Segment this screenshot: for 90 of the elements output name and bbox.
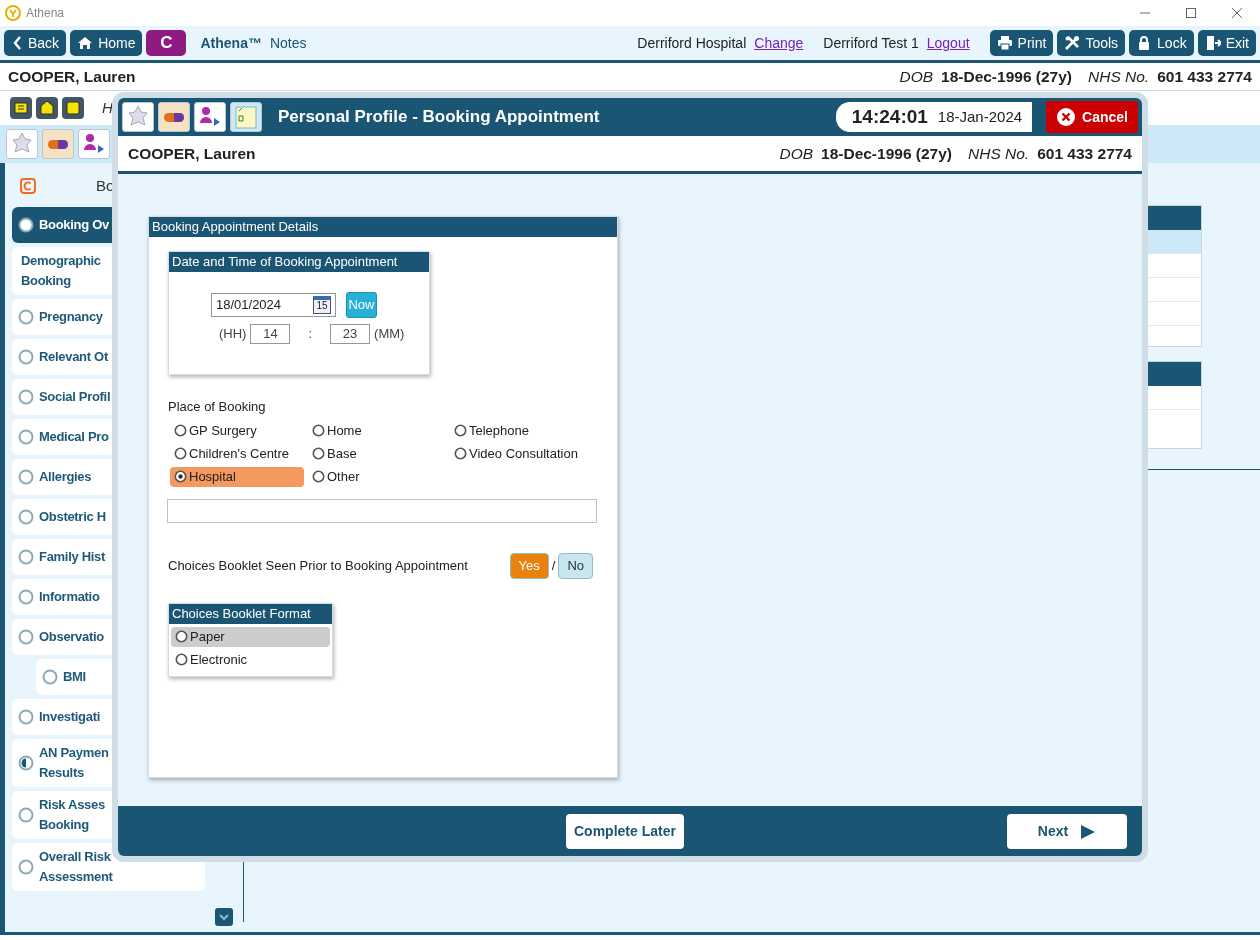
window-title: Athena <box>26 5 65 22</box>
status-circle-icon <box>18 429 34 445</box>
exit-icon <box>1204 35 1221 51</box>
clock-date: 18-Jan-2024 <box>937 106 1023 127</box>
radio-option[interactable]: Home <box>308 420 446 441</box>
time-separator: : <box>308 325 313 344</box>
status-circle-icon <box>18 349 34 365</box>
help-icon[interactable] <box>36 97 58 119</box>
app-brand: Athena™ <box>200 33 262 53</box>
radio-option[interactable]: Base <box>308 443 446 464</box>
calendar-icon[interactable]: 15 <box>313 296 331 314</box>
dob-value: 18-Dec-1996 (27y) <box>821 143 952 164</box>
play-icon <box>1080 823 1097 840</box>
radio-icon <box>312 447 325 460</box>
dob-value: 18-Dec-1996 (27y) <box>941 66 1072 87</box>
location-text: Derriford Hospital <box>637 33 747 53</box>
capsule-icon[interactable] <box>158 102 190 132</box>
dob-label: DOB <box>899 66 934 87</box>
date-field[interactable]: 18/01/2024 15 <box>211 293 336 317</box>
status-circle-icon <box>18 389 34 405</box>
radio-icon <box>312 424 325 437</box>
exit-button[interactable]: Exit <box>1197 30 1256 56</box>
patient-name: COOPER, Lauren <box>128 143 256 164</box>
tools-icon <box>1064 35 1081 51</box>
half-status-icon <box>18 755 34 771</box>
cancel-button[interactable]: Cancel <box>1046 101 1138 133</box>
help-icon[interactable] <box>62 97 84 119</box>
letter-button[interactable]: C <box>146 30 187 56</box>
logout-link[interactable]: Logout <box>926 32 970 54</box>
radio-icon <box>175 653 188 666</box>
card-title: Booking Appointment Details <box>149 217 617 237</box>
printer-icon <box>996 35 1013 51</box>
radio-option[interactable]: Hospital <box>170 466 304 487</box>
radio-option[interactable]: Telephone <box>450 420 617 441</box>
back-icon <box>11 35 23 51</box>
status-circle-icon <box>18 509 34 525</box>
dob-label: DOB <box>779 143 814 164</box>
c-icon <box>20 178 36 194</box>
minutes-label: (MM) <box>374 325 405 344</box>
status-circle-icon <box>18 807 34 823</box>
minutes-field[interactable]: 23 <box>330 324 371 344</box>
radio-icon <box>174 447 187 460</box>
tools-button[interactable]: Tools <box>1057 30 1126 56</box>
app-logo-icon <box>5 5 21 21</box>
status-circle-icon <box>42 669 58 685</box>
next-button[interactable]: Next <box>1007 814 1127 849</box>
hours-label: (HH) <box>219 325 247 344</box>
user-text: Derriford Test 1 <box>823 33 919 53</box>
clock-time: 14:24:01 <box>851 104 928 129</box>
radio-option[interactable]: Paper <box>171 626 330 647</box>
status-circle-icon <box>18 309 34 325</box>
radio-option[interactable]: Video Consultation <box>450 443 617 464</box>
nhs-value: 601 433 2774 <box>1157 66 1252 87</box>
patient-name: COOPER, Lauren <box>8 66 136 87</box>
home-icon <box>77 35 94 51</box>
status-circle-icon <box>18 549 34 565</box>
home-button[interactable]: Home <box>70 30 143 56</box>
toggle-button[interactable]: No <box>558 552 593 579</box>
print-button[interactable]: Print <box>989 30 1054 56</box>
scroll-down-icon[interactable] <box>215 908 233 926</box>
help-icon[interactable] <box>10 97 32 119</box>
radio-icon <box>454 447 467 460</box>
option-separator: / <box>551 556 556 575</box>
radio-icon <box>454 424 467 437</box>
back-button[interactable]: Back <box>4 30 67 56</box>
radio-icon <box>175 630 188 643</box>
complete-later-button[interactable]: Complete Later <box>566 814 684 849</box>
nhs-label: NHS No. <box>1088 66 1150 87</box>
status-circle-icon <box>18 859 34 875</box>
app-brand-subtitle: Notes <box>269 33 307 53</box>
status-circle-icon <box>18 217 34 233</box>
radio-icon <box>174 424 187 437</box>
lock-button[interactable]: Lock <box>1129 30 1194 56</box>
status-circle-icon <box>18 629 34 645</box>
card-title: Date and Time of Booking Appointment <box>169 252 429 272</box>
radio-icon <box>312 470 325 483</box>
hours-field[interactable]: 14 <box>250 324 291 344</box>
nhs-label: NHS No. <box>968 143 1030 164</box>
change-link[interactable]: Change <box>754 32 804 54</box>
status-circle-icon <box>18 709 34 725</box>
text-field[interactable] <box>167 498 597 523</box>
capsule-icon[interactable] <box>42 129 74 159</box>
nhs-value: 601 433 2774 <box>1037 143 1132 164</box>
dialog-title: Personal Profile - Booking Appointment <box>278 106 600 129</box>
card-title: Choices Booklet Format <box>169 603 332 624</box>
close-circle-icon <box>1056 107 1077 127</box>
status-circle-icon <box>18 469 34 485</box>
status-circle-icon <box>18 589 34 605</box>
radio-icon <box>174 470 187 483</box>
radio-option[interactable]: Other <box>308 466 446 487</box>
